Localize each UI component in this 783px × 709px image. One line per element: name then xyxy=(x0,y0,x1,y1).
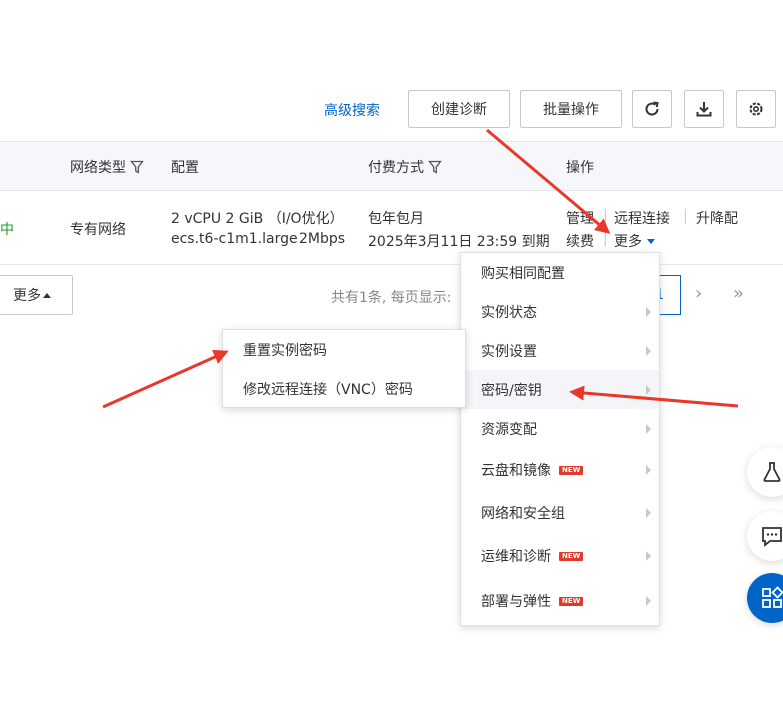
menu-item-label: 网络和安全组 xyxy=(481,505,565,522)
action-divider: | xyxy=(683,208,688,224)
menu-item-label: 运维和诊断 xyxy=(481,549,551,565)
chevron-right-icon xyxy=(646,551,651,561)
more-actions-link[interactable]: 更多 xyxy=(614,231,655,251)
apps-grid-icon xyxy=(762,586,783,608)
apps-float-button[interactable] xyxy=(747,573,783,623)
arrow-to-reset-password xyxy=(102,350,229,409)
table-header: 网络类型 配置 付费方式 操作 xyxy=(0,141,783,191)
footer-more-button[interactable]: 更多 xyxy=(0,275,73,315)
menu-item-label: 重置实例密码 xyxy=(243,342,327,359)
menu-item-label: 实例设置 xyxy=(481,343,537,360)
menu-item-resource-change[interactable]: 资源变配 xyxy=(461,409,659,449)
billing-type: 包年包月 xyxy=(368,211,424,227)
config-spec: 2 vCPU 2 GiB （I/O优化） xyxy=(171,211,344,227)
footer-more-label: 更多 xyxy=(13,288,41,304)
action-divider: | xyxy=(603,208,608,224)
download-button[interactable] xyxy=(684,90,724,128)
filter-icon[interactable] xyxy=(130,160,144,174)
menu-item-ops-diagnosis[interactable]: 运维和诊断 NEW xyxy=(461,534,659,578)
batch-operation-button[interactable]: 批量操作 xyxy=(520,90,622,128)
menu-item-label: 密码/密钥 xyxy=(481,382,542,399)
settings-button[interactable] xyxy=(736,90,776,128)
new-badge: NEW xyxy=(559,465,584,475)
create-diagnosis-label: 创建诊断 xyxy=(431,102,487,118)
advanced-search-link[interactable]: 高级搜索 xyxy=(324,100,380,120)
menu-item-buy-same[interactable]: 购买相同配置 xyxy=(461,253,659,292)
header-actions-label: 操作 xyxy=(566,160,594,176)
refresh-button[interactable] xyxy=(632,90,672,128)
remote-connect-link[interactable]: 远程连接 xyxy=(614,208,670,228)
menu-item-label: 修改远程连接（VNC）密码 xyxy=(243,381,413,398)
menu-item-network-security[interactable]: 网络和安全组 xyxy=(461,491,659,534)
flask-icon xyxy=(763,462,781,482)
new-badge: NEW xyxy=(559,596,584,606)
action-divider: | xyxy=(603,231,608,247)
manage-link[interactable]: 管理 xyxy=(566,208,594,228)
header-config: 配置 xyxy=(171,157,199,177)
upgrade-link[interactable]: 升降配 xyxy=(696,208,738,228)
chevron-right-icon xyxy=(646,596,651,606)
instance-type-link[interactable]: ecs.t6-c1m1.large xyxy=(171,231,298,247)
caret-down-icon xyxy=(647,238,655,244)
menu-item-deploy-elastic[interactable]: 部署与弹性 NEW xyxy=(461,578,659,624)
chevron-right-icon xyxy=(646,424,651,434)
menu-item-label: 购买相同配置 xyxy=(481,265,565,282)
next-page-button[interactable]: › xyxy=(695,283,702,304)
batch-operation-label: 批量操作 xyxy=(543,102,599,118)
menu-item-label: 实例状态 xyxy=(481,304,537,321)
menu-item-instance-status[interactable]: 实例状态 xyxy=(461,292,659,331)
download-icon xyxy=(696,102,712,117)
header-billing-label: 付费方式 xyxy=(368,160,424,176)
chat-float-button[interactable] xyxy=(747,511,783,561)
bandwidth-value: 2Mbps xyxy=(299,231,346,247)
status-text: 中 xyxy=(0,222,14,238)
menu-item-instance-settings[interactable]: 实例设置 xyxy=(461,331,659,370)
chevron-right-icon xyxy=(646,306,651,317)
menu-item-label: 部署与弹性 xyxy=(481,594,551,610)
expiry-date: 2025年3月11日 23:59 到期 xyxy=(368,234,550,250)
chevron-right-icon xyxy=(646,465,651,475)
table-row: 中 专有网络 2 vCPU 2 GiB （I/O优化） ecs.t6-c1m1.… xyxy=(0,191,783,265)
gear-icon xyxy=(749,102,763,116)
menu-item-label: 云盘和镜像 xyxy=(481,463,551,479)
last-page-button[interactable]: » xyxy=(733,283,744,304)
chevron-right-icon xyxy=(646,507,651,518)
caret-up-icon xyxy=(43,292,51,298)
header-network-type-label: 网络类型 xyxy=(70,160,126,176)
header-actions: 操作 xyxy=(566,157,594,177)
menu-item-password-key[interactable]: 密码/密钥 xyxy=(461,370,659,409)
menu-item-disk-image[interactable]: 云盘和镜像 NEW xyxy=(461,449,659,491)
header-config-label: 配置 xyxy=(171,160,199,176)
password-submenu: 重置实例密码 修改远程连接（VNC）密码 xyxy=(222,329,466,408)
chevron-right-icon xyxy=(646,384,651,395)
pagination-total: 共有1条, 每页显示: xyxy=(331,290,452,306)
chat-icon xyxy=(762,527,782,547)
more-actions-menu: 购买相同配置 实例状态 实例设置 密码/密钥 资源变配 云盘和镜像 NEW 网络… xyxy=(460,252,660,626)
refresh-icon xyxy=(645,101,659,116)
more-actions-label: 更多 xyxy=(614,234,642,250)
menu-item-label: 资源变配 xyxy=(481,422,537,438)
header-billing: 付费方式 xyxy=(368,157,442,177)
filter-icon[interactable] xyxy=(428,160,442,174)
chevron-right-icon xyxy=(646,345,651,356)
menu-item-vnc-password[interactable]: 修改远程连接（VNC）密码 xyxy=(223,369,465,408)
new-badge: NEW xyxy=(559,551,584,561)
network-type-value: 专有网络 xyxy=(70,222,126,238)
create-diagnosis-button[interactable]: 创建诊断 xyxy=(408,90,510,128)
renew-link[interactable]: 续费 xyxy=(566,231,594,251)
menu-item-reset-password[interactable]: 重置实例密码 xyxy=(223,330,465,369)
header-network-type: 网络类型 xyxy=(70,157,144,177)
lab-float-button[interactable]: N xyxy=(747,447,783,497)
